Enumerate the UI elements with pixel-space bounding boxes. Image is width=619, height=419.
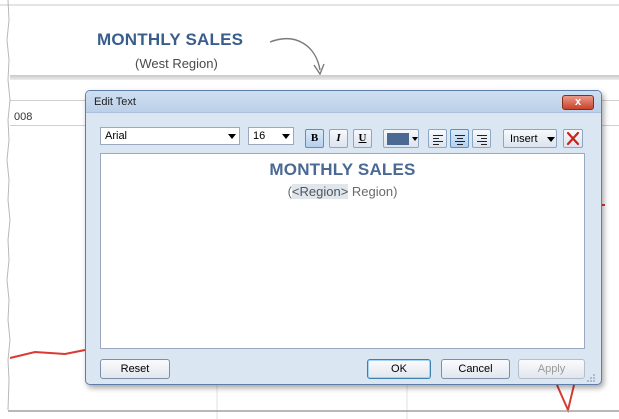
sales-series-line xyxy=(9,349,86,359)
italic-button[interactable]: I xyxy=(329,129,348,148)
chevron-down-icon xyxy=(282,134,290,139)
align-left-icon xyxy=(433,134,443,145)
torn-edge-left xyxy=(6,0,11,411)
align-left-button[interactable] xyxy=(428,129,447,148)
cancel-button[interactable]: Cancel xyxy=(441,359,510,379)
close-icon: x xyxy=(574,96,582,108)
edit-text-dialog: Edit Text x Arial 16 B I U Insert MONTHL… xyxy=(85,90,602,385)
bold-button[interactable]: B xyxy=(305,129,324,148)
sales-series-line-right xyxy=(556,384,575,414)
align-right-icon xyxy=(477,134,487,145)
clear-button[interactable] xyxy=(563,129,583,148)
font-size-value: 16 xyxy=(253,130,266,142)
align-center-button[interactable] xyxy=(450,129,469,148)
insert-button[interactable]: Insert xyxy=(503,129,557,148)
font-family-select[interactable]: Arial xyxy=(100,127,240,145)
align-center-icon xyxy=(455,134,465,145)
chevron-down-icon xyxy=(547,137,555,142)
editor-subtitle-line: (<Region> Region) xyxy=(101,184,584,199)
text-color-button[interactable] xyxy=(383,129,419,148)
resize-grip-icon[interactable] xyxy=(586,373,596,383)
apply-button[interactable]: Apply xyxy=(518,359,585,379)
chevron-down-icon xyxy=(228,134,236,139)
chevron-down-icon xyxy=(412,137,418,141)
reset-button[interactable]: Reset xyxy=(100,359,170,379)
region-field-token[interactable]: <Region> xyxy=(291,184,349,199)
insert-label: Insert xyxy=(510,133,538,145)
font-family-value: Arial xyxy=(105,130,128,142)
close-button[interactable]: x xyxy=(562,95,594,110)
red-x-icon xyxy=(566,131,580,146)
font-size-select[interactable]: 16 xyxy=(248,127,294,145)
text-editor-area[interactable]: MONTHLY SALES (<Region> Region) xyxy=(100,153,585,349)
ok-button[interactable]: OK xyxy=(367,359,431,379)
editor-title-line: MONTHLY SALES xyxy=(269,160,416,179)
color-swatch xyxy=(387,133,409,145)
align-right-button[interactable] xyxy=(472,129,491,148)
underline-button[interactable]: U xyxy=(353,129,372,148)
dialog-titlebar[interactable]: Edit Text x xyxy=(86,91,601,113)
dialog-title: Edit Text xyxy=(94,96,136,108)
editor-subtitle-suffix: Region) xyxy=(348,184,398,199)
